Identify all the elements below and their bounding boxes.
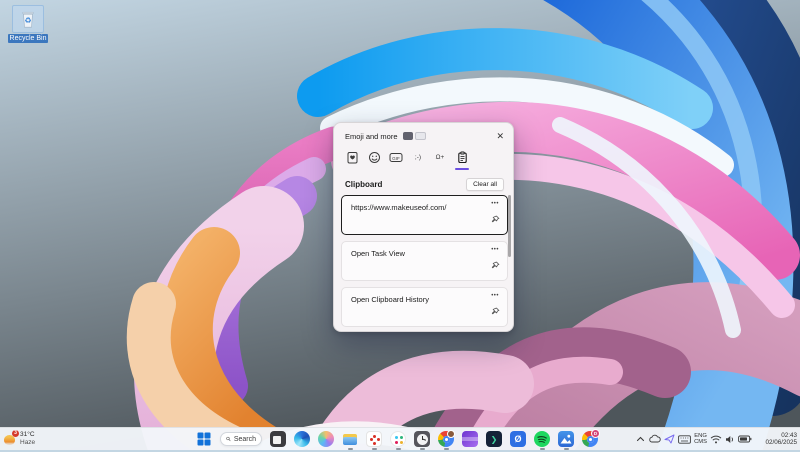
clipboard-section-header: Clipboard Clear all bbox=[345, 177, 504, 192]
volume-icon[interactable] bbox=[725, 435, 735, 444]
recently-used-icon bbox=[346, 151, 359, 164]
edge-icon bbox=[294, 431, 310, 447]
notification-badge: 3 bbox=[12, 430, 19, 437]
tray-chevron-up-icon[interactable] bbox=[636, 435, 645, 443]
svg-text:♻: ♻ bbox=[24, 16, 31, 25]
clipboard-item-text: https://www.makeuseof.com/ bbox=[351, 203, 446, 212]
clipboard-item[interactable]: Open Task View ••• bbox=[341, 241, 508, 281]
recycle-bin-icon: ♻ bbox=[12, 5, 44, 33]
photos-app[interactable] bbox=[558, 431, 574, 447]
search-box[interactable]: Search bbox=[220, 432, 262, 446]
terminal-icon: ❯ bbox=[486, 431, 502, 447]
keyboard-dock-icon[interactable] bbox=[403, 132, 413, 140]
close-icon[interactable]: ✕ bbox=[496, 131, 504, 141]
taskbar: 3 31°C Haze Search bbox=[0, 427, 800, 450]
chrome-profile-app[interactable]: D bbox=[582, 431, 598, 447]
pin-icon[interactable] bbox=[491, 211, 500, 229]
loop-app[interactable]: Ø bbox=[510, 431, 526, 447]
start-button[interactable] bbox=[196, 431, 212, 447]
tab-emoji[interactable] bbox=[363, 149, 385, 166]
system-tray: ENG CMS 02:43 02/06/2025 bbox=[636, 428, 797, 450]
flyout-title: Emoji and more bbox=[345, 132, 398, 141]
tab-gif[interactable]: GIF bbox=[385, 149, 407, 166]
windows-logo-icon bbox=[196, 431, 212, 447]
weather-temperature: 31°C bbox=[20, 431, 35, 439]
wifi-icon[interactable] bbox=[710, 435, 722, 444]
clipboard-item-text: Open Task View bbox=[351, 249, 405, 258]
clear-all-button[interactable]: Clear all bbox=[466, 178, 504, 191]
task-view-icon bbox=[270, 431, 286, 447]
spotify-app[interactable] bbox=[534, 431, 550, 447]
emoji-and-more-flyout: Emoji and more ✕ GIF ;-) bbox=[333, 122, 514, 332]
touch-keyboard-icon[interactable] bbox=[678, 435, 691, 444]
slack-icon bbox=[390, 431, 406, 447]
clock-time: 02:43 bbox=[781, 432, 797, 440]
wallet-app[interactable] bbox=[462, 431, 478, 447]
clipboard-item[interactable]: https://www.makeuseof.com/ ••• bbox=[341, 195, 508, 235]
paper-plane-icon[interactable] bbox=[664, 434, 675, 444]
copilot-app[interactable] bbox=[318, 431, 334, 447]
item-menu-icon[interactable]: ••• bbox=[491, 201, 499, 207]
tab-symbols[interactable]: Ω+ bbox=[429, 149, 451, 166]
gif-icon: GIF bbox=[389, 151, 403, 164]
search-icon bbox=[226, 435, 231, 443]
clipboard-icon bbox=[456, 151, 469, 164]
symbols-icon: Ω+ bbox=[436, 154, 445, 161]
language-line2: CMS bbox=[694, 439, 707, 446]
undock-icon[interactable] bbox=[415, 132, 426, 140]
flyout-scrollbar[interactable] bbox=[508, 195, 511, 257]
taskbar-clock[interactable]: 02:43 02/06/2025 bbox=[755, 432, 797, 447]
taskbar-center: Search bbox=[196, 428, 598, 450]
recycle-bin-label: Recycle Bin bbox=[8, 34, 49, 43]
flyout-tabs: GIF ;-) Ω+ bbox=[341, 149, 473, 169]
loop-app-icon: Ø bbox=[510, 431, 526, 447]
red-dots-app-icon bbox=[366, 431, 382, 447]
copilot-icon bbox=[318, 431, 334, 447]
clipboard-item-text: Open Clipboard History bbox=[351, 295, 429, 304]
pin-icon[interactable] bbox=[491, 257, 500, 275]
clock-date: 02/06/2025 bbox=[765, 439, 797, 447]
file-explorer-app[interactable] bbox=[342, 431, 358, 447]
profile-badge: D bbox=[591, 429, 600, 438]
clock-app-icon bbox=[414, 431, 430, 447]
battery-icon[interactable] bbox=[738, 435, 752, 443]
tab-clipboard[interactable] bbox=[451, 149, 473, 166]
file-explorer-icon bbox=[342, 431, 358, 447]
item-menu-icon[interactable]: ••• bbox=[491, 293, 499, 299]
emoji-icon bbox=[368, 151, 381, 164]
tab-kaomoji[interactable]: ;-) bbox=[407, 149, 429, 166]
svg-text:GIF: GIF bbox=[392, 156, 400, 161]
weather-widget[interactable]: 3 31°C Haze bbox=[3, 429, 35, 449]
item-menu-icon[interactable]: ••• bbox=[491, 247, 499, 253]
selected-tab-indicator bbox=[455, 168, 469, 171]
photos-icon bbox=[558, 431, 574, 447]
tab-recently-used[interactable] bbox=[341, 149, 363, 166]
language-indicator[interactable]: ENG CMS bbox=[694, 433, 707, 446]
profile-avatar bbox=[447, 430, 455, 438]
kaomoji-icon: ;-) bbox=[415, 154, 421, 161]
weather-haze-icon: 3 bbox=[3, 432, 17, 446]
edge-app[interactable] bbox=[294, 431, 310, 447]
slack-app[interactable] bbox=[390, 431, 406, 447]
task-view-button[interactable] bbox=[270, 431, 286, 447]
onedrive-cloud-icon[interactable] bbox=[648, 434, 661, 444]
weather-condition: Haze bbox=[20, 439, 35, 447]
chrome-app[interactable] bbox=[438, 431, 454, 447]
spotify-icon bbox=[534, 431, 550, 447]
flyout-header: Emoji and more ✕ bbox=[334, 123, 513, 143]
search-label: Search bbox=[234, 436, 256, 443]
clipboard-section-title: Clipboard bbox=[345, 180, 382, 189]
terminal-app[interactable]: ❯ bbox=[486, 431, 502, 447]
wallet-icon bbox=[462, 431, 478, 447]
clipboard-item[interactable]: Open Clipboard History ••• bbox=[341, 287, 508, 327]
red-dots-app[interactable] bbox=[366, 431, 382, 447]
recycle-bin-desktop-icon[interactable]: ♻ Recycle Bin bbox=[6, 5, 50, 43]
clock-app[interactable] bbox=[414, 431, 430, 447]
pin-icon[interactable] bbox=[491, 303, 500, 321]
